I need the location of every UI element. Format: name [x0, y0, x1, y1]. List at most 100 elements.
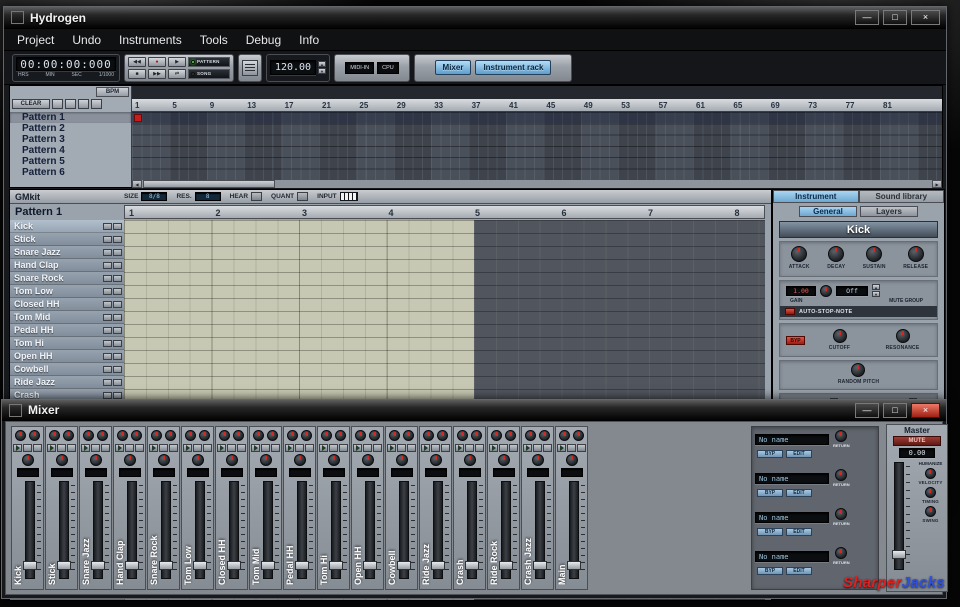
pattern-mode-button[interactable]: PATTERN	[188, 57, 230, 67]
strip-fader[interactable]	[331, 481, 341, 579]
strip-mute-button[interactable]	[193, 444, 202, 452]
random-pitch-knob[interactable]	[851, 363, 865, 377]
strip-play-button[interactable]	[13, 444, 22, 452]
pattern-list-item[interactable]: Pattern 6	[10, 167, 131, 178]
stacked-pattern-mode-button[interactable]	[78, 99, 89, 109]
strip-play-button[interactable]	[353, 444, 362, 452]
select-mode-button[interactable]	[52, 99, 63, 109]
strip-pan-knob[interactable]	[22, 454, 34, 466]
strip-mute-button[interactable]	[295, 444, 304, 452]
instrument-row-stick[interactable]: Stick	[10, 233, 124, 246]
strip-knob-a[interactable]	[151, 430, 162, 441]
size-spinner[interactable]: 8/8	[141, 192, 167, 201]
strip-fader-thumb[interactable]	[363, 561, 377, 570]
strip-pan-knob[interactable]	[226, 454, 238, 466]
release-knob[interactable]	[908, 246, 924, 262]
instrument-mute-button[interactable]	[103, 392, 112, 399]
strip-knob-a[interactable]	[457, 430, 468, 441]
instrument-solo-button[interactable]	[113, 340, 122, 347]
scroll-left-arrow[interactable]: ◀	[132, 180, 142, 188]
strip-play-button[interactable]	[455, 444, 464, 452]
strip-play-button[interactable]	[489, 444, 498, 452]
gain-knob[interactable]	[820, 285, 832, 297]
strip-knob-b[interactable]	[369, 430, 380, 441]
pattern-list-item[interactable]: Pattern 5	[10, 156, 131, 167]
song-ruler[interactable]: 159131721252933374145495357616569737781	[132, 99, 942, 112]
instrument-row-snare-jazz[interactable]: Snare Jazz	[10, 246, 124, 259]
instrument-row-closed-hh[interactable]: Closed HH	[10, 298, 124, 311]
strip-fader[interactable]	[127, 481, 137, 579]
instrument-solo-button[interactable]	[113, 301, 122, 308]
strip-play-button[interactable]	[319, 444, 328, 452]
strip-fader-thumb[interactable]	[533, 561, 547, 570]
strip-fader-thumb[interactable]	[465, 561, 479, 570]
instrument-row-hand-clap[interactable]: Hand Clap	[10, 259, 124, 272]
strip-fader-thumb[interactable]	[431, 561, 445, 570]
strip-fader[interactable]	[263, 481, 273, 579]
strip-mute-button[interactable]	[329, 444, 338, 452]
strip-pan-knob[interactable]	[498, 454, 510, 466]
instrument-rack-toggle-button[interactable]: Instrument rack	[475, 60, 551, 75]
swing-knob[interactable]	[925, 506, 936, 517]
strip-play-button[interactable]	[251, 444, 260, 452]
mute-group-down-button[interactable]: ▼	[872, 291, 880, 297]
strip-pan-knob[interactable]	[90, 454, 102, 466]
instrument-solo-button[interactable]	[113, 275, 122, 282]
instrument-solo-button[interactable]	[113, 236, 122, 243]
menu-info[interactable]: Info	[290, 29, 328, 51]
rewind-button[interactable]: ◀◀	[128, 57, 146, 67]
strip-pan-knob[interactable]	[566, 454, 578, 466]
strip-solo-button[interactable]	[237, 444, 246, 452]
strip-fader[interactable]	[569, 481, 579, 579]
strip-pan-knob[interactable]	[124, 454, 136, 466]
instrument-mute-button[interactable]	[103, 314, 112, 321]
instrument-mute-button[interactable]	[103, 288, 112, 295]
strip-knob-b[interactable]	[165, 430, 176, 441]
strip-knob-b[interactable]	[97, 430, 108, 441]
fx-bypass-button[interactable]: BYP	[757, 450, 783, 458]
velocity-knob[interactable]	[925, 468, 936, 479]
strip-knob-b[interactable]	[471, 430, 482, 441]
strip-fader-thumb[interactable]	[397, 561, 411, 570]
instrument-solo-button[interactable]	[113, 262, 122, 269]
resonance-knob[interactable]	[896, 329, 910, 343]
strip-fader[interactable]	[501, 481, 511, 579]
strip-fader[interactable]	[229, 481, 239, 579]
strip-fader[interactable]	[433, 481, 443, 579]
master-fader[interactable]	[894, 462, 904, 570]
play-button[interactable]: ▶	[168, 57, 186, 67]
mixer-minimize-button[interactable]: —	[855, 403, 879, 418]
strip-fader[interactable]	[467, 481, 477, 579]
instrument-mute-button[interactable]	[103, 223, 112, 230]
strip-mute-button[interactable]	[397, 444, 406, 452]
instrument-solo-button[interactable]	[113, 314, 122, 321]
fx-return-knob[interactable]	[835, 547, 847, 559]
strip-mute-button[interactable]	[363, 444, 372, 452]
strip-play-button[interactable]	[115, 444, 124, 452]
fx-bypass-button[interactable]: BYP	[757, 528, 783, 536]
timing-knob[interactable]	[925, 487, 936, 498]
strip-knob-b[interactable]	[505, 430, 516, 441]
strip-mute-button[interactable]	[567, 444, 576, 452]
strip-knob-a[interactable]	[355, 430, 366, 441]
strip-knob-b[interactable]	[131, 430, 142, 441]
strip-fader-thumb[interactable]	[193, 561, 207, 570]
fx-bypass-button[interactable]: BYP	[757, 567, 783, 575]
strip-fader-thumb[interactable]	[295, 561, 309, 570]
strip-pan-knob[interactable]	[158, 454, 170, 466]
song-active-cell[interactable]	[134, 114, 142, 122]
strip-pan-knob[interactable]	[192, 454, 204, 466]
strip-knob-a[interactable]	[287, 430, 298, 441]
instrument-row-tom-hi[interactable]: Tom Hi	[10, 337, 124, 350]
strip-knob-a[interactable]	[15, 430, 26, 441]
strip-fader-thumb[interactable]	[499, 561, 513, 570]
mixer-titlebar[interactable]: Mixer — □ ×	[2, 400, 946, 421]
menu-debug[interactable]: Debug	[237, 29, 290, 51]
strip-fader[interactable]	[297, 481, 307, 579]
fx-edit-button[interactable]: EDIT	[786, 567, 812, 575]
quantize-toggle[interactable]	[297, 192, 308, 201]
song-mode-button[interactable]: SONG	[188, 69, 230, 79]
fx-edit-button[interactable]: EDIT	[786, 450, 812, 458]
strip-play-button[interactable]	[387, 444, 396, 452]
strip-fader-thumb[interactable]	[91, 561, 105, 570]
